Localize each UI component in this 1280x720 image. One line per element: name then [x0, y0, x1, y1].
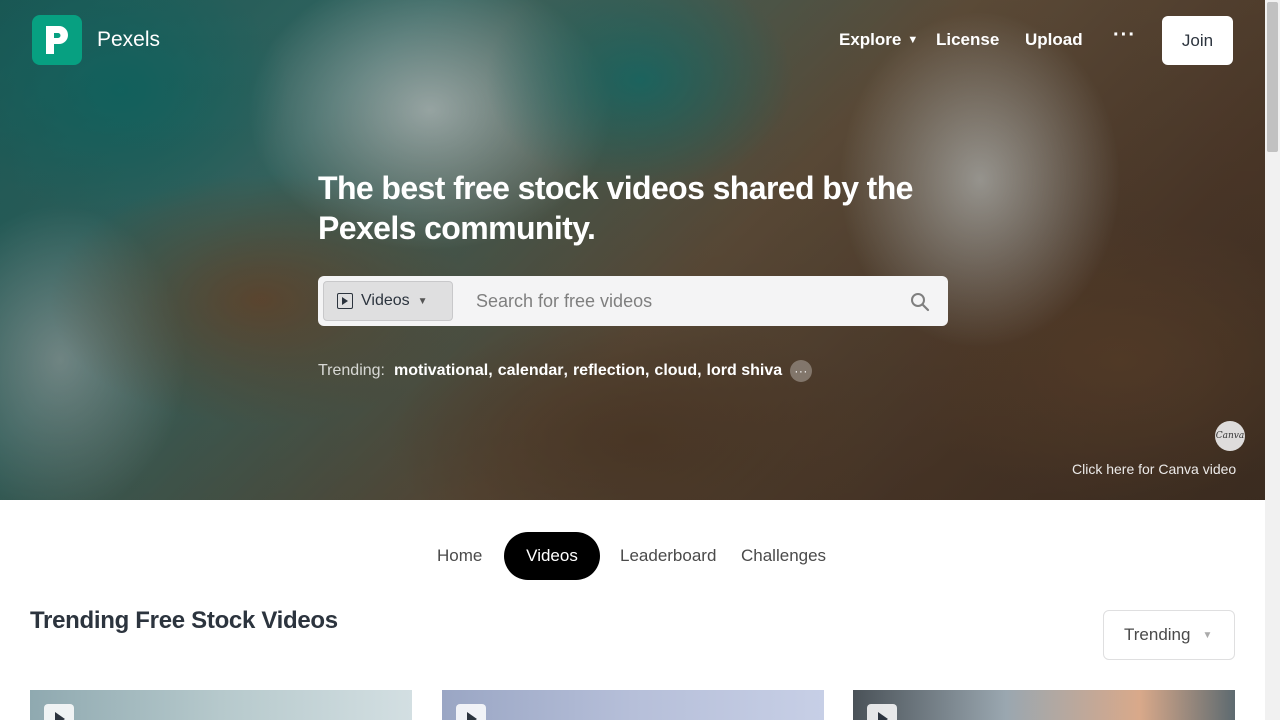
- trending-tag[interactable]: lord shiva: [707, 362, 783, 380]
- canva-logo-icon[interactable]: Canva: [1215, 421, 1245, 451]
- play-icon: [44, 704, 74, 720]
- chevron-down-icon: ▼: [1202, 629, 1213, 641]
- canva-video-link[interactable]: Click here for Canva video: [1072, 461, 1236, 477]
- join-button[interactable]: Join: [1162, 16, 1233, 65]
- more-icon[interactable]: ···: [790, 360, 813, 382]
- more-icon[interactable]: ···: [1113, 24, 1136, 47]
- trending-searches: Trending: motivational, calendar, reflec…: [318, 360, 813, 382]
- section-title: Trending Free Stock Videos: [30, 607, 338, 634]
- license-link[interactable]: License: [936, 30, 999, 50]
- chevron-down-icon: ▼: [907, 34, 919, 46]
- media-type-label: Videos: [361, 292, 410, 309]
- video-thumbnail[interactable]: [30, 690, 412, 720]
- pexels-logo-icon[interactable]: [32, 15, 82, 65]
- section-tabs: Home Videos Leaderboard Challenges: [0, 532, 1265, 580]
- video-thumbnail[interactable]: [853, 690, 1235, 720]
- hero-title: The best free stock videos shared by the…: [318, 170, 913, 246]
- media-type-dropdown[interactable]: Videos ▼: [323, 281, 453, 321]
- sort-dropdown[interactable]: Trending ▼: [1103, 610, 1235, 660]
- brand-name[interactable]: Pexels: [97, 28, 160, 52]
- trending-tag[interactable]: reflection: [573, 362, 645, 380]
- trending-label: Trending:: [318, 362, 385, 379]
- video-type-icon: [337, 293, 353, 309]
- scrollbar-thumb[interactable]: [1267, 2, 1278, 152]
- trending-tag[interactable]: calendar: [498, 362, 564, 380]
- play-icon: [867, 704, 897, 720]
- sort-label: Trending: [1124, 625, 1191, 644]
- upload-link[interactable]: Upload: [1025, 30, 1083, 50]
- trending-tag[interactable]: cloud: [654, 362, 697, 380]
- tab-challenges[interactable]: Challenges: [741, 532, 826, 580]
- explore-label: Explore: [839, 30, 902, 49]
- tab-leaderboard[interactable]: Leaderboard: [620, 532, 716, 580]
- chevron-down-icon: ▼: [417, 295, 428, 307]
- top-navigation: Pexels Explore ▼ License Upload ··· Join: [0, 0, 1265, 82]
- trending-tag[interactable]: motivational: [394, 362, 488, 380]
- video-thumbnail[interactable]: [442, 690, 824, 720]
- search-icon[interactable]: [910, 292, 930, 312]
- play-icon: [456, 704, 486, 720]
- tab-videos[interactable]: Videos: [504, 532, 600, 580]
- search-input[interactable]: [476, 288, 896, 314]
- tab-home[interactable]: Home: [437, 532, 482, 580]
- search-bar: Videos ▼: [318, 276, 948, 326]
- explore-menu[interactable]: Explore ▼: [839, 30, 918, 50]
